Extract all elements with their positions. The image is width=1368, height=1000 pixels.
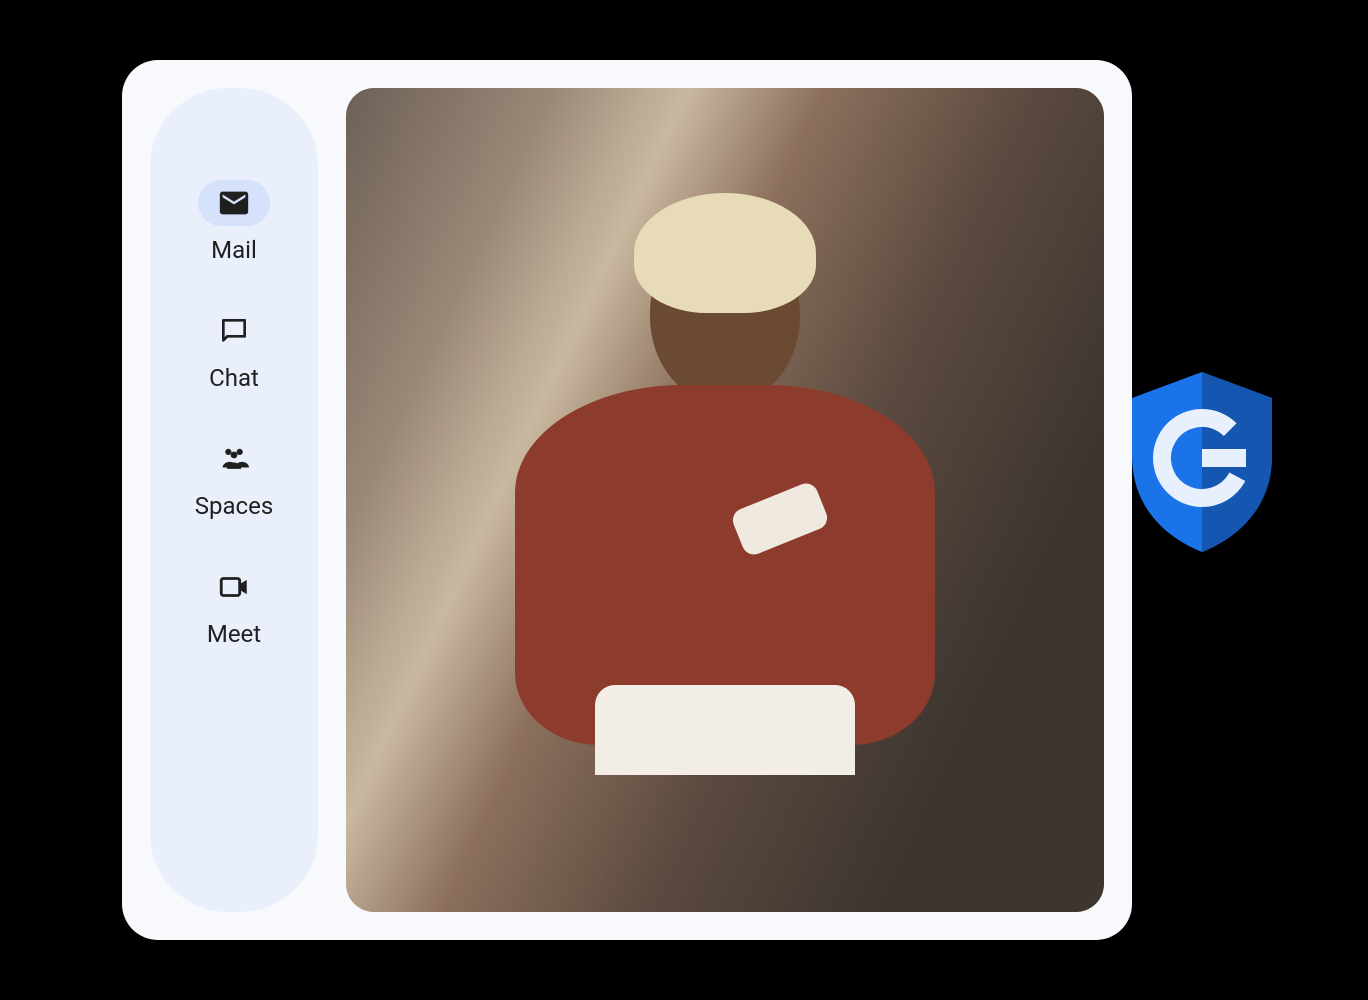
- spaces-icon-wrap: [198, 436, 270, 482]
- mail-icon: [217, 186, 251, 220]
- sidebar-item-label: Spaces: [195, 492, 273, 520]
- meet-icon-wrap: [198, 564, 270, 610]
- hero-image: [346, 88, 1104, 912]
- sidebar-item-mail[interactable]: Mail: [198, 180, 270, 264]
- sidebar-item-chat[interactable]: Chat: [198, 308, 270, 392]
- google-shield-icon: [1122, 368, 1282, 556]
- mail-icon-wrap: [198, 180, 270, 226]
- chat-icon-wrap: [198, 308, 270, 354]
- sidebar-item-spaces[interactable]: Spaces: [195, 436, 273, 520]
- spaces-icon: [217, 442, 251, 476]
- sidebar-item-meet[interactable]: Meet: [198, 564, 270, 648]
- sidebar-item-label: Mail: [211, 236, 257, 264]
- app-card: Mail Chat: [122, 60, 1132, 940]
- chat-icon: [218, 315, 250, 347]
- sidebar-item-label: Chat: [209, 364, 259, 392]
- app-sidebar: Mail Chat: [150, 88, 318, 912]
- sidebar-item-label: Meet: [207, 620, 261, 648]
- meet-icon: [217, 570, 251, 604]
- person-illustration: [515, 223, 935, 745]
